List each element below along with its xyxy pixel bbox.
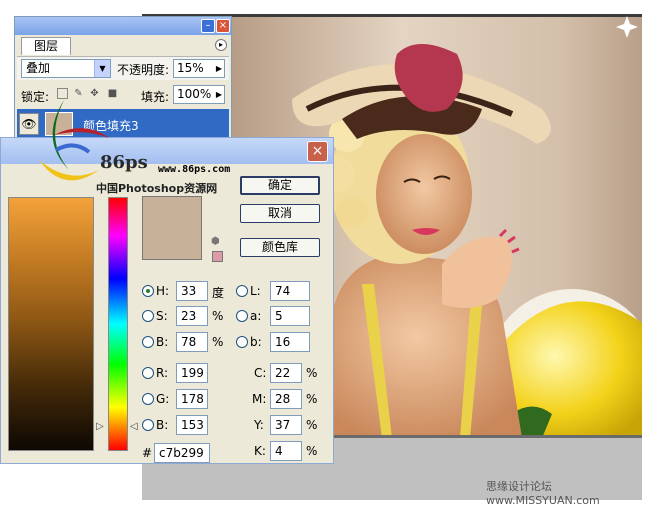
face — [376, 134, 472, 254]
h-input[interactable]: 33 — [176, 281, 208, 301]
a-label: a: — [250, 309, 262, 323]
h-unit: 度 — [212, 286, 225, 300]
hex-label: # — [142, 446, 153, 460]
y-input[interactable]: 37 — [270, 415, 302, 435]
gamut-warning-swatch[interactable] — [212, 251, 223, 262]
logo-url: www.86ps.com — [158, 164, 231, 175]
slider-handle-left-icon[interactable]: ▷ — [96, 421, 104, 432]
radio-rgb-b[interactable] — [142, 419, 154, 431]
h-label: H: — [156, 284, 170, 298]
radio-b[interactable] — [142, 336, 154, 348]
radio-a[interactable] — [236, 310, 248, 322]
opacity-label: 不透明度: — [117, 63, 170, 77]
m-input[interactable]: 28 — [270, 389, 302, 409]
blend-mode-value: 叠加 — [26, 61, 51, 75]
b-label: B: — [156, 335, 169, 349]
lock-move-icon[interactable]: ✥ — [89, 88, 100, 99]
web-color-cube-icon[interactable]: ⬢ — [211, 236, 220, 247]
b-input[interactable]: 78 — [176, 332, 208, 352]
lock-transparency-icon[interactable] — [57, 88, 68, 99]
r-input[interactable]: 199 — [176, 363, 208, 383]
y-label: Y: — [254, 418, 264, 432]
c-unit: % — [306, 366, 318, 380]
cancel-button[interactable]: 取消 — [240, 204, 320, 223]
fill-value: 100% — [177, 87, 212, 101]
radio-r[interactable] — [142, 367, 154, 379]
opacity-input[interactable]: 15% ▶ — [173, 59, 225, 78]
lab-b-label: b: — [250, 335, 262, 349]
logo-number: 86ps — [100, 152, 148, 173]
y-unit: % — [306, 418, 318, 432]
color-field[interactable] — [8, 197, 94, 451]
s-input[interactable]: 23 — [176, 306, 208, 326]
m-label: M: — [252, 392, 267, 406]
color-libraries-button[interactable]: 颜色库 — [240, 238, 320, 257]
g-input[interactable]: 178 — [176, 389, 208, 409]
m-unit: % — [306, 392, 318, 406]
chevron-down-icon[interactable]: ▼ — [94, 60, 110, 77]
blend-mode-select[interactable]: 叠加 ▼ — [21, 59, 111, 78]
k-unit: % — [306, 444, 318, 458]
ok-button[interactable]: 确定 — [240, 176, 320, 195]
fill-label: 填充: — [141, 90, 170, 104]
watermark: 思缘设计论坛 www.MISSYUAN.com — [486, 480, 600, 507]
triangle-right-icon[interactable]: ▶ — [216, 60, 222, 77]
g-label: G: — [156, 392, 170, 406]
fill-input[interactable]: 100% ▶ — [173, 85, 225, 104]
l-input[interactable]: 74 — [270, 281, 310, 301]
r-label: R: — [156, 366, 169, 380]
s-label: S: — [156, 309, 168, 323]
radio-lab-b[interactable] — [236, 336, 248, 348]
close-icon[interactable]: × — [216, 19, 230, 33]
rgb-b-label: B: — [156, 418, 169, 432]
k-label: K: — [254, 444, 266, 458]
s-unit: % — [212, 309, 224, 323]
logo-site-name: 中国Photoshop资源网 — [96, 182, 218, 195]
radio-h[interactable] — [142, 285, 154, 297]
triangle-right-icon[interactable]: ▶ — [216, 86, 222, 103]
hands — [442, 236, 512, 308]
l-label: L: — [250, 284, 261, 298]
panel-menu-icon[interactable]: ▸ — [215, 39, 227, 51]
radio-l[interactable] — [236, 285, 248, 297]
tab-layers[interactable]: 图层 — [21, 37, 71, 55]
close-icon[interactable]: × — [307, 141, 328, 162]
lock-all-icon[interactable]: ■ — [107, 88, 118, 99]
layers-titlebar[interactable]: – × — [15, 17, 231, 35]
lab-b-input[interactable]: 16 — [270, 332, 310, 352]
c-input[interactable]: 22 — [270, 363, 302, 383]
opacity-value: 15% — [177, 61, 204, 75]
a-input[interactable]: 5 — [270, 306, 310, 326]
blend-row: 叠加 ▼ 不透明度: 15% ▶ — [17, 56, 229, 80]
slider-handle-right-icon[interactable]: ◁ — [130, 421, 138, 432]
c-label: C: — [254, 366, 267, 380]
radio-s[interactable] — [142, 310, 154, 322]
minimize-icon[interactable]: – — [201, 19, 215, 33]
hex-input[interactable]: c7b299 — [154, 443, 210, 463]
color-swatch — [142, 196, 202, 260]
radio-g[interactable] — [142, 393, 154, 405]
b-unit: % — [212, 335, 224, 349]
hue-slider[interactable] — [108, 197, 128, 451]
rgb-b-input[interactable]: 153 — [176, 415, 208, 435]
k-input[interactable]: 4 — [270, 441, 302, 461]
lock-paint-icon[interactable]: ✎ — [73, 88, 84, 99]
